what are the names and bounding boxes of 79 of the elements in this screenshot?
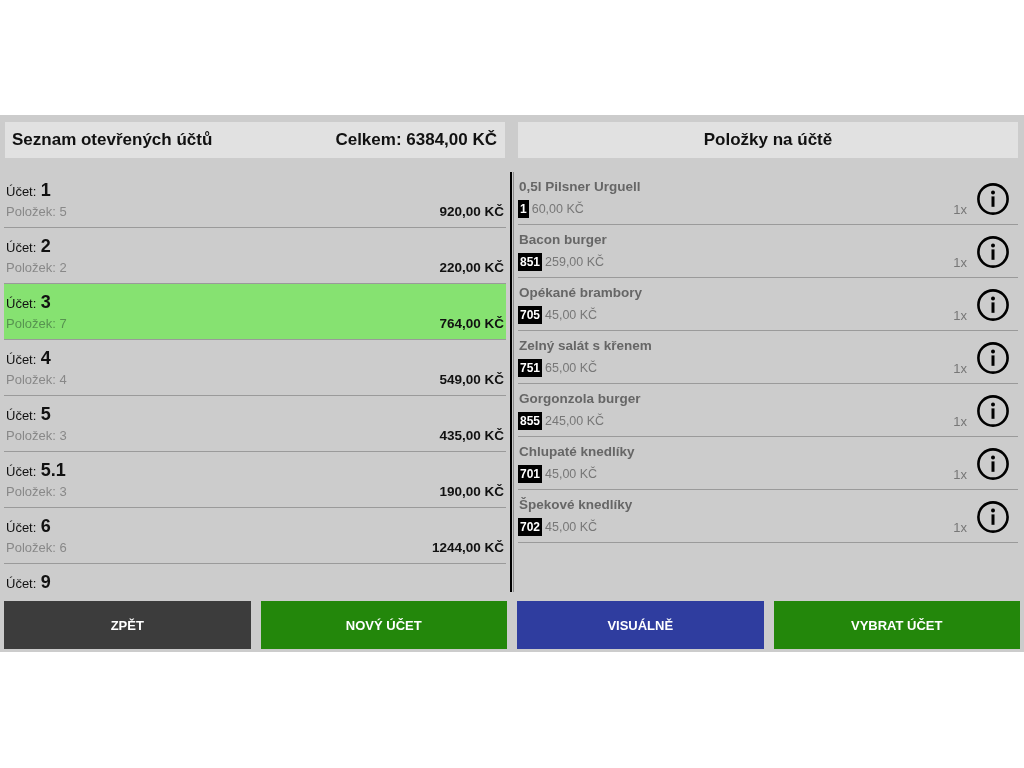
item-price: 65,00 KČ [545, 361, 598, 375]
account-amount: 920,00 KČ [439, 203, 504, 219]
account-number: 5 [40, 404, 51, 424]
info-icon[interactable] [977, 448, 1009, 480]
account-label: Účet: [6, 408, 37, 423]
item-name: Opékané brambory [518, 284, 643, 302]
item-quantity: 1x [953, 307, 967, 325]
account-row[interactable]: Účet: 1 Položek: 5 920,00 KČ [4, 172, 506, 228]
item-count: Položek: 3 [6, 427, 67, 443]
total-amount: Celkem: 6384,00 KČ [335, 130, 497, 150]
account-label: Účet: [6, 240, 37, 255]
account-label: Účet: [6, 464, 37, 479]
item-name: Bacon burger [518, 231, 607, 249]
item-code: 705 [518, 306, 543, 324]
account-amount: 435,00 KČ [439, 427, 504, 443]
info-icon[interactable] [977, 183, 1009, 215]
item-name: Zelný salát s křenem [518, 337, 652, 355]
panel-title: Položky na účtě [703, 130, 833, 150]
account-number: 5.1 [40, 460, 66, 480]
account-number: 2 [40, 236, 51, 256]
item-quantity: 1x [953, 201, 967, 219]
account-label: Účet: [6, 184, 37, 199]
item-count: Položek: 7 [6, 315, 67, 331]
item-price: 45,00 KČ [545, 467, 598, 481]
info-icon[interactable] [977, 236, 1009, 268]
account-label: Účet: [6, 352, 37, 367]
item-code: 702 [518, 518, 543, 536]
item-quantity: 1x [953, 254, 967, 272]
item-price: 259,00 KČ [545, 255, 605, 269]
account-label: Účet: [6, 296, 37, 311]
item-name: 0,5l Pilsner Urguell [518, 178, 641, 196]
account-amount: 1244,00 KČ [431, 539, 504, 555]
account-amount: 190,00 KČ [439, 483, 504, 499]
account-number: 3 [40, 292, 51, 312]
item-code: 855 [518, 412, 543, 430]
item-quantity: 1x [953, 519, 967, 537]
account-number: 4 [40, 348, 51, 368]
account-amount: 220,00 KČ [439, 259, 504, 275]
account-row[interactable]: Účet: 4 Položek: 4 549,00 KČ [4, 340, 506, 396]
item-price: 60,00 KČ [531, 202, 584, 216]
item-quantity: 1x [953, 413, 967, 431]
item-price: 45,00 KČ [545, 520, 598, 534]
item-count: Položek: 6 [6, 539, 67, 555]
action-button[interactable]: NOVÝ ÚČET [260, 601, 507, 649]
account-row[interactable]: Účet: 9 [4, 564, 506, 592]
account-amount: 549,00 KČ [439, 371, 504, 387]
item-quantity: 1x [953, 360, 967, 378]
account-label: Účet: [6, 520, 37, 535]
account-number: 1 [40, 180, 51, 200]
item-quantity: 1x [953, 466, 967, 484]
info-icon[interactable] [977, 501, 1009, 533]
panel-title: Seznam otevřených účtů [12, 130, 213, 150]
account-label: Účet: [6, 576, 37, 591]
account-number: 9 [40, 572, 51, 592]
item-price: 45,00 KČ [545, 308, 598, 322]
item-count: Položek: 2 [6, 259, 67, 275]
account-row[interactable]: Účet: 5.1 Položek: 3 190,00 KČ [4, 452, 506, 508]
item-code: 751 [518, 359, 543, 377]
item-count: Položek: 5 [6, 203, 67, 219]
account-row[interactable]: Účet: 6 Položek: 6 1244,00 KČ [4, 508, 506, 564]
account-amount: 764,00 KČ [439, 315, 504, 331]
item-count: Položek: 3 [6, 483, 67, 499]
account-row[interactable]: Účet: 5 Položek: 3 435,00 KČ [4, 396, 506, 452]
item-count: Položek: 4 [6, 371, 67, 387]
item-code: 851 [518, 253, 543, 271]
action-button[interactable]: VISUÁLNĚ [517, 601, 764, 649]
info-icon[interactable] [977, 395, 1009, 427]
account-row[interactable]: Účet: 3 Položek: 7 764,00 KČ [4, 284, 506, 340]
action-button[interactable]: ZPĚT [4, 601, 251, 649]
info-icon[interactable] [977, 342, 1009, 374]
item-code: 1 [518, 200, 529, 218]
info-icon[interactable] [977, 289, 1009, 321]
item-code: 701 [518, 465, 543, 483]
item-name: Chlupaté knedlíky [518, 443, 635, 461]
item-price: 245,00 KČ [545, 414, 605, 428]
account-number: 6 [40, 516, 51, 536]
action-button[interactable]: VYBRAT ÚČET [773, 601, 1020, 649]
item-name: Gorgonzola burger [518, 390, 641, 408]
item-name: Špekové knedlíky [518, 496, 633, 514]
